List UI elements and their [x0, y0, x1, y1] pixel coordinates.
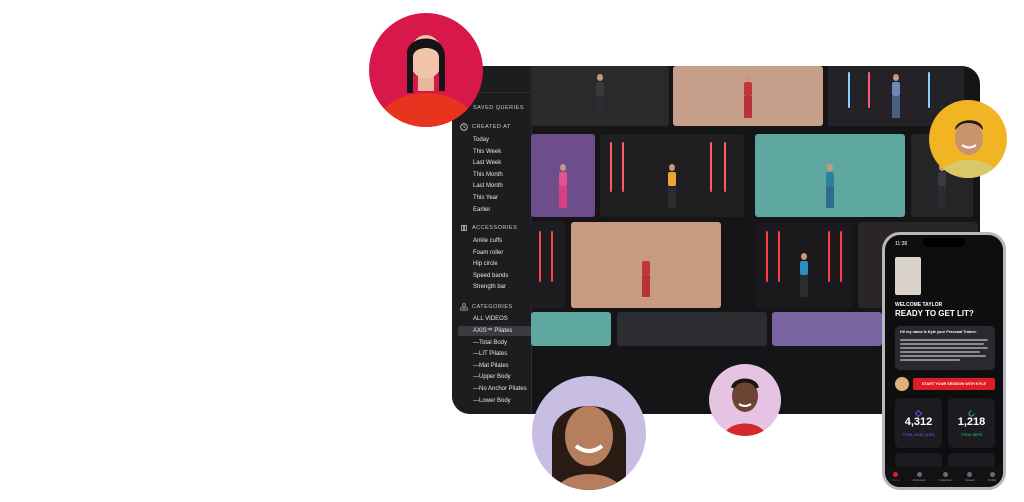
filter-today[interactable]: Today	[473, 137, 489, 143]
video-tile[interactable]	[755, 134, 905, 217]
filter-sidebar: SAVED QUERIES CREATED AT Today This Week…	[452, 66, 535, 414]
categories-icon	[460, 303, 468, 311]
tab-collection[interactable]: Collection	[939, 472, 952, 482]
video-tile[interactable]	[531, 312, 611, 346]
message-line	[900, 355, 986, 357]
trainer-figure	[665, 163, 679, 212]
message-line	[900, 343, 984, 345]
trainer-thumbnail[interactable]	[895, 257, 921, 295]
member-avatar-pink	[709, 364, 781, 436]
category-lower-body[interactable]: —Lower Body	[473, 398, 511, 404]
trainer-figure	[556, 163, 570, 212]
category-axis-pilates[interactable]: AXIS™ Pilates	[458, 326, 535, 336]
tab-workouts[interactable]: Workouts	[912, 472, 926, 482]
stat-label: TOTAL VIDEO (LBS)	[902, 433, 935, 437]
filter-last-week[interactable]: Last Week	[473, 160, 501, 166]
message-line	[900, 347, 988, 349]
video-tile[interactable]	[772, 312, 882, 346]
ready-heading: READY TO GET LIT?	[895, 309, 974, 318]
saved-queries-label: SAVED QUERIES	[473, 105, 525, 111]
accessories-icon	[460, 224, 468, 232]
created-at-heading: CREATED AT	[460, 123, 511, 131]
category-all-videos[interactable]: ALL VIDEOS	[473, 316, 508, 322]
status-time: 11:38	[895, 241, 908, 247]
video-tile[interactable]	[756, 222, 852, 308]
category-mat-pilates[interactable]: —Mat Pilates	[473, 363, 509, 369]
filter-earlier[interactable]: Earlier	[473, 207, 490, 213]
message-line	[900, 359, 960, 361]
tab-profile[interactable]: Profile	[987, 472, 997, 482]
filter-this-month[interactable]: This Month	[473, 172, 503, 178]
diamond-icon	[914, 404, 923, 418]
message-line	[900, 351, 980, 353]
categories-label: CATEGORIES	[472, 304, 513, 310]
clock-icon	[460, 123, 468, 131]
filter-strength-bar[interactable]: Strength bar	[473, 284, 506, 290]
home-icon	[893, 472, 899, 477]
trainer-figure	[741, 74, 755, 122]
collection-icon	[942, 472, 948, 477]
trainer-figure	[889, 74, 903, 122]
video-tile[interactable]	[600, 134, 744, 217]
video-tile[interactable]	[531, 134, 595, 217]
trainer-figure	[639, 252, 653, 303]
member-avatar-red	[369, 13, 483, 127]
tab-label: Stream	[964, 478, 975, 482]
trainer-figure	[797, 252, 811, 303]
category-total-body[interactable]: —Total Body	[473, 340, 507, 346]
trainer-figure	[593, 74, 607, 122]
created-at-label: CREATED AT	[472, 124, 511, 130]
video-tile[interactable]	[673, 66, 823, 126]
categories-heading: CATEGORIES	[460, 303, 513, 311]
accessories-label: ACCESSORIES	[472, 225, 518, 231]
filter-speed-bands[interactable]: Speed bands	[473, 273, 508, 279]
phone-app: 11:38 WELCOME TAYLOR READY TO GET LIT? H…	[882, 232, 1006, 490]
stat-card-video: 4,312 TOTAL VIDEO (LBS)	[895, 398, 942, 448]
tab-label: Collection	[938, 478, 952, 482]
tab-label: Profile	[987, 478, 997, 482]
tab-home[interactable]: Home	[892, 472, 900, 482]
trainer-avatar	[895, 377, 909, 391]
stream-icon	[967, 472, 973, 477]
tab-label: Workouts	[912, 478, 926, 482]
filter-this-year[interactable]: This Year	[473, 195, 498, 201]
welcome-text: WELCOME TAYLOR	[895, 302, 943, 308]
category-no-anchor-pilates[interactable]: —No Anchor Pilates	[473, 386, 527, 392]
stat-value: 1,218	[957, 416, 986, 428]
member-avatar-yellow	[929, 100, 1007, 178]
trainer-figure	[823, 163, 837, 212]
video-tile[interactable]	[617, 312, 767, 346]
tab-stream[interactable]: Stream	[965, 472, 975, 482]
filter-foam-roller[interactable]: Foam roller	[473, 250, 503, 256]
stat-label: TOTAL REPS	[960, 433, 983, 437]
saved-queries-link[interactable]: SAVED QUERIES	[473, 105, 524, 111]
category-lit-pilates[interactable]: —LIT Pilates	[473, 351, 507, 357]
category-upper-body[interactable]: —Upper Body	[473, 374, 511, 380]
status-bar: 11:38	[895, 241, 993, 249]
tab-label: Home	[891, 478, 900, 482]
filter-hip-circle[interactable]: Hip circle	[473, 261, 498, 267]
video-tile[interactable]	[571, 222, 721, 308]
trainer-message-bubble: Hi! my name is Kyle your Personal Traine…	[895, 326, 995, 370]
message-line	[900, 339, 988, 341]
member-avatar-lilac	[532, 376, 646, 490]
stat-value: 4,312	[904, 416, 933, 428]
workouts-icon	[916, 472, 922, 477]
bottom-tab-bar: Home Workouts Collection Stream Profile	[885, 467, 1003, 487]
filter-this-week[interactable]: This Week	[473, 149, 501, 155]
profile-icon	[989, 472, 995, 477]
stat-card-reps: 1,218 TOTAL REPS	[948, 398, 995, 448]
video-tile[interactable]	[531, 66, 669, 126]
refresh-icon	[968, 404, 975, 417]
accessories-heading: ACCESSORIES	[460, 224, 517, 232]
trainer-message-title: Hi! my name is Kyle your Personal Traine…	[900, 330, 977, 334]
filter-ankle-cuffs[interactable]: Ankle cuffs	[473, 238, 502, 244]
video-tile[interactable]	[531, 222, 565, 308]
filter-last-month[interactable]: Last Month	[473, 183, 503, 189]
start-session-button[interactable]: START YOUR SESSION WITH KYLE	[913, 378, 995, 390]
